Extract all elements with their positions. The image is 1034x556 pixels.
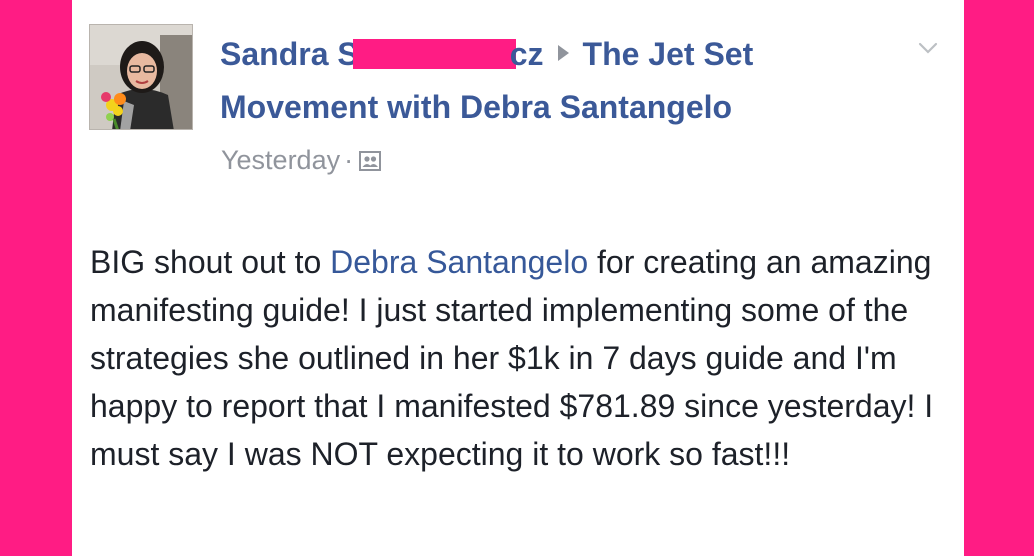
mention-link[interactable]: Debra Santangelo — [330, 244, 588, 280]
chevron-down-icon[interactable] — [918, 38, 938, 58]
meta-separator: · — [344, 145, 354, 175]
author-name-tail[interactable]: cz — [510, 36, 544, 72]
triangle-right-icon — [557, 45, 569, 61]
redaction-bar — [352, 39, 516, 69]
author-name[interactable]: Sandra Scz — [220, 36, 544, 72]
author-avatar[interactable] — [89, 24, 193, 130]
author-first-name[interactable]: Sandra — [220, 36, 328, 72]
post-body-text-start: BIG shout out to — [90, 244, 331, 280]
post-header-line-1: Sandra Scz The Jet Set — [220, 32, 753, 76]
post-meta: Yesterday · — [221, 142, 382, 178]
timestamp-link[interactable]: Yesterday — [221, 145, 340, 175]
group-name-part-2[interactable]: Movement with Debra Santangelo — [220, 89, 732, 125]
post-body: BIG shout out to Debra Santangelo for cr… — [90, 238, 960, 478]
post-card: Sandra Scz The Jet Set Movement with Debr… — [72, 0, 964, 556]
post-header-line-2: Movement with Debra Santangelo — [220, 85, 732, 129]
group-audience-icon[interactable] — [359, 150, 382, 172]
group-name-part-1[interactable]: The Jet Set — [583, 36, 754, 72]
